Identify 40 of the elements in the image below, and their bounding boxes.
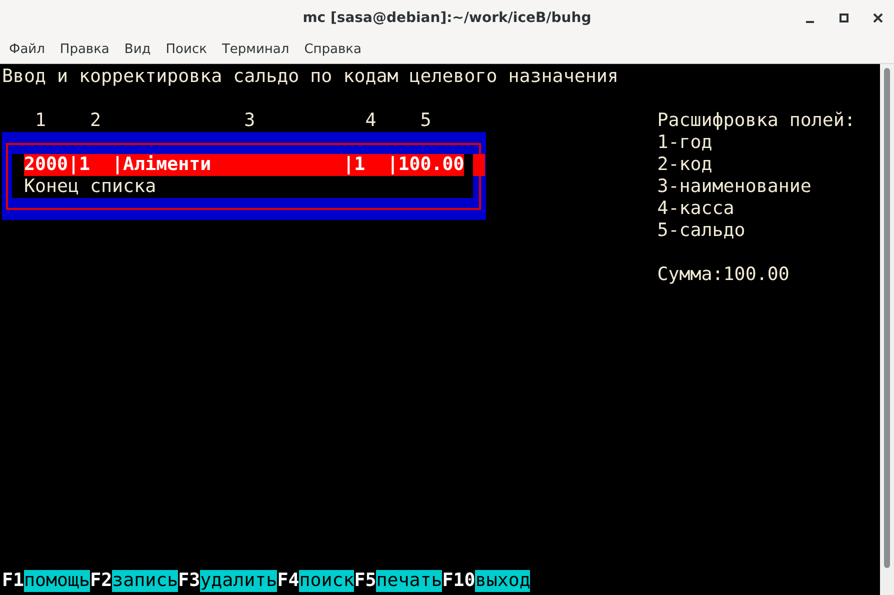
function-key: F4: [277, 570, 300, 592]
row-marker: [473, 154, 485, 176]
legend-item: 1-год: [657, 132, 712, 153]
function-key-button[interactable]: поиск: [299, 570, 354, 592]
column-number: 2: [90, 110, 102, 132]
list-row[interactable]: 2000|1 |Аліменти |1 |100.00: [24, 154, 464, 176]
legend-title: Расшифровка полей:: [657, 110, 856, 131]
menu-item[interactable]: Правка: [52, 42, 118, 57]
menu-item[interactable]: Поиск: [158, 42, 215, 57]
maximize-icon: [839, 13, 849, 23]
menu-item[interactable]: Справка: [297, 42, 370, 57]
menu-item[interactable]: Терминал: [214, 42, 298, 57]
legend-item: 3-наименование: [657, 176, 812, 197]
legend-item: 4-касса: [657, 198, 734, 219]
list-row[interactable]: Конец списка: [24, 176, 156, 198]
column-number: 4: [365, 110, 376, 132]
window-title: mc [sasa@debian]:~/work/iceB/buhg: [302, 10, 592, 26]
close-icon: [873, 13, 883, 23]
minimize-icon: [806, 21, 814, 23]
function-key: F2: [90, 570, 112, 592]
legend-item: 5-сальдо: [657, 220, 746, 241]
function-key-button[interactable]: печать: [376, 570, 442, 592]
function-key-button[interactable]: запись: [112, 570, 178, 592]
total-sum: Сумма:100.00: [657, 264, 790, 285]
function-key-button[interactable]: выход: [475, 570, 530, 592]
column-number: 3: [244, 110, 256, 132]
legend-item: 2-код: [657, 154, 712, 175]
function-key-button[interactable]: удалить: [200, 570, 278, 592]
function-key: F1: [2, 570, 24, 592]
menu-item[interactable]: Вид: [117, 42, 159, 57]
scrollbar-thumb[interactable]: [884, 68, 890, 568]
scrollbar[interactable]: [880, 64, 894, 595]
column-number: 1: [35, 110, 46, 132]
menu-item[interactable]: Файл: [2, 42, 53, 57]
screen-heading: Ввод и корректировка сальдо по кодам целевого назначения: [2, 66, 618, 87]
function-key-button[interactable]: помощь: [24, 570, 90, 592]
function-key: F5: [354, 570, 376, 592]
function-key: F3: [178, 570, 200, 592]
column-number: 5: [420, 110, 432, 132]
function-key: F10: [442, 570, 476, 592]
